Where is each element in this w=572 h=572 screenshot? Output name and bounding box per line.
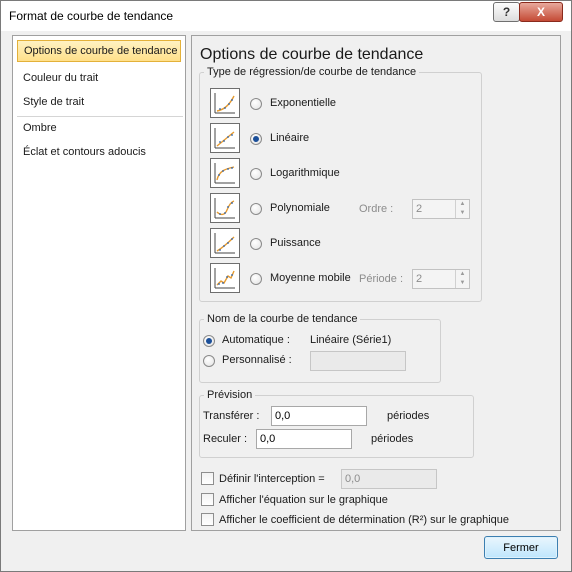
trendline-name-group: Nom de la courbe de tendance Automatique… [199, 313, 441, 383]
period-spinner-arrows[interactable]: ▲ ▼ [455, 270, 469, 288]
logarithmic-radio[interactable] [250, 168, 262, 180]
polynomial-radio[interactable] [250, 203, 262, 215]
nav-item-glow-soft-edges[interactable]: Éclat et contours adoucis [17, 141, 181, 163]
set-intercept-checkbox[interactable] [201, 472, 214, 485]
regression-type-group: Type de régression/de courbe de tendance… [199, 66, 482, 302]
backward-periods-input[interactable]: 0,0 [256, 429, 352, 449]
custom-name-label[interactable]: Personnalisé : [222, 354, 292, 366]
spin-down-icon[interactable]: ▼ [456, 279, 469, 288]
exponential-radio[interactable] [250, 98, 262, 110]
spin-down-icon[interactable]: ▼ [456, 209, 469, 218]
moving-average-radio[interactable] [250, 273, 262, 285]
custom-name-radio[interactable] [203, 355, 215, 367]
logarithmic-chart-icon [210, 158, 240, 188]
exponential-chart-icon [210, 88, 240, 118]
help-button[interactable]: ? [493, 2, 520, 22]
show-equation-label[interactable]: Afficher l'équation sur le graphique [219, 494, 388, 506]
exponential-label[interactable]: Exponentielle [270, 97, 336, 109]
backward-label: Reculer : [203, 433, 248, 445]
set-intercept-label[interactable]: Définir l'interception = [219, 473, 325, 485]
period-spinner[interactable]: 2 ▲ ▼ [412, 269, 470, 289]
polynomial-chart-icon [210, 193, 240, 223]
power-label[interactable]: Puissance [270, 237, 321, 249]
linear-label[interactable]: Linéaire [270, 132, 309, 144]
order-value: 2 [416, 203, 423, 215]
spin-up-icon[interactable]: ▲ [456, 200, 469, 209]
category-list: Options de courbe de tendance Couleur du… [12, 35, 186, 531]
show-r-squared-checkbox[interactable] [201, 513, 214, 526]
forward-label: Transférer : [203, 410, 260, 422]
options-panel: Options de courbe de tendance Type de ré… [191, 35, 561, 531]
regression-type-legend: Type de régression/de courbe de tendance [207, 66, 417, 78]
nav-item-trendline-options[interactable]: Options de courbe de tendance [17, 40, 181, 62]
order-spinner[interactable]: 2 ▲ ▼ [412, 199, 470, 219]
period-label: Période : [359, 273, 404, 285]
moving-average-label[interactable]: Moyenne mobile [270, 272, 351, 284]
power-radio[interactable] [250, 238, 262, 250]
format-trendline-dialog: Format de courbe de tendance ? X Options… [0, 0, 572, 572]
close-button[interactable]: Fermer [484, 536, 558, 559]
show-r-squared-label[interactable]: Afficher le coefficient de détermination… [219, 514, 509, 526]
linear-chart-icon [210, 123, 240, 153]
moving-average-chart-icon [210, 263, 240, 293]
backward-unit: périodes [371, 433, 414, 445]
forecast-group: Prévision Transférer : 0,0 périodes Recu… [199, 389, 474, 458]
polynomial-label[interactable]: Polynomiale [270, 202, 330, 214]
panel-title: Options de courbe de tendance [200, 46, 424, 63]
intercept-value-input[interactable]: 0,0 [341, 469, 437, 489]
trendline-name-legend: Nom de la courbe de tendance [207, 313, 358, 325]
forecast-legend: Prévision [207, 389, 253, 401]
forward-periods-input[interactable]: 0,0 [271, 406, 367, 426]
title-bar: Format de courbe de tendance ? X [1, 1, 571, 31]
spin-up-icon[interactable]: ▲ [456, 270, 469, 279]
custom-name-input[interactable] [310, 351, 406, 371]
order-label: Ordre : [359, 203, 394, 215]
linear-radio[interactable] [250, 133, 262, 145]
nav-item-line-color[interactable]: Couleur du trait [17, 67, 181, 89]
automatic-name-value: Linéaire (Série1) [310, 334, 392, 346]
automatic-name-radio[interactable] [203, 335, 215, 347]
close-window-button[interactable]: X [519, 2, 563, 22]
order-spinner-arrows[interactable]: ▲ ▼ [455, 200, 469, 218]
dialog-body: Options de courbe de tendance Couleur du… [8, 31, 566, 565]
automatic-name-label[interactable]: Automatique : [222, 334, 290, 346]
logarithmic-label[interactable]: Logarithmique [270, 167, 340, 179]
period-value: 2 [416, 273, 423, 285]
forward-unit: périodes [387, 410, 430, 422]
dialog-title: Format de courbe de tendance [9, 9, 174, 23]
show-equation-checkbox[interactable] [201, 493, 214, 506]
nav-item-shadow[interactable]: Ombre [17, 117, 181, 139]
power-chart-icon [210, 228, 240, 258]
nav-item-line-style[interactable]: Style de trait [17, 91, 181, 113]
